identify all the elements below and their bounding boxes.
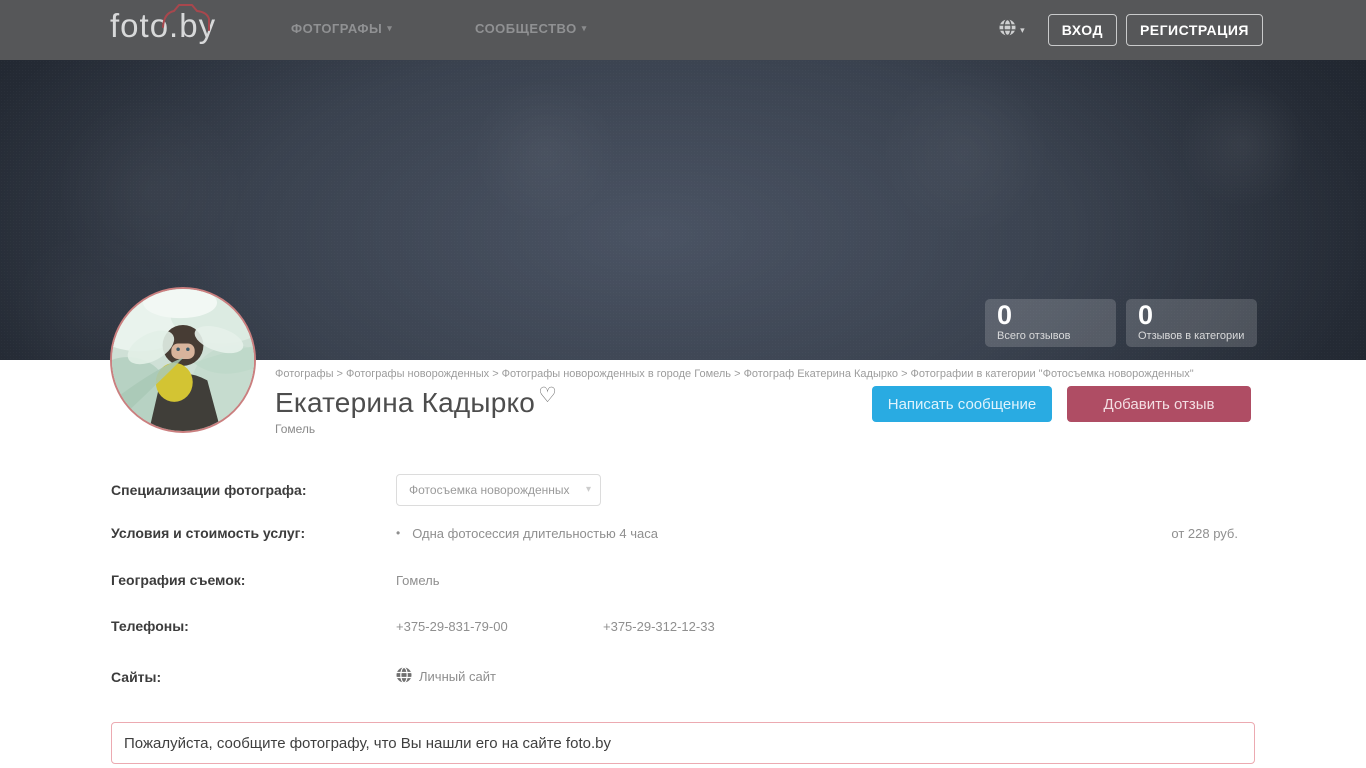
login-button[interactable]: ВХОД [1047,14,1117,46]
page-title: Екатерина Кадырко [275,387,536,418]
notice-text: Пожалуйста, сообщите фотографу, что Вы н… [124,734,611,752]
stats-group: 0 Всего отзывов 0 Отзывов в категории [985,299,1257,347]
row-geography: География съемок: Гомель [111,572,1255,588]
pricing-price: от 228 руб. [1171,525,1238,541]
row-pricing: Условия и стоимость услуг: • Одна фотосе… [111,525,1255,541]
top-navbar: foto.by ФОТОГРАФЫ ▾ СООБЩЕСТВО ▾ ▾ ВХОД … [0,0,1366,60]
navbar-right-group: ▾ ВХОД РЕГИСТРАЦИЯ [999,0,1263,60]
chevron-down-icon: ▾ [1020,24,1025,35]
specialization-select[interactable]: Фотосъемка новорожденных ▾ [396,474,601,506]
pricing-item: Одна фотосессия длительностью 4 часа [412,525,658,541]
send-message-button[interactable]: Написать сообщение [872,386,1052,422]
chevron-down-icon: ▾ [581,23,587,33]
nav-community-label: СООБЩЕСТВО [475,21,577,36]
geography-value: Гомель [396,572,440,588]
main-content: Фотографы > Фотографы новорожденных > Фо… [110,287,1255,764]
globe-icon [999,18,1016,41]
breadcrumb[interactable]: Фотографы > Фотографы новорожденных > Фо… [275,368,1255,380]
nav-photographers-label: ФОТОГРАФЫ [291,21,383,36]
avatar[interactable] [110,287,256,433]
details-section: Специализации фотографа: Фотосъемка ново… [111,474,1255,686]
site-logo[interactable]: foto.by [110,4,216,45]
stat-category-reviews-value: 0 [1138,300,1154,330]
stat-category-reviews-label: Отзывов в категории [1138,330,1245,342]
add-review-button[interactable]: Добавить отзыв [1067,386,1251,422]
stat-total-reviews-label: Всего отзывов [997,330,1071,342]
phone-number: +375-29-312-12-33 [603,618,715,634]
geography-label: География съемок: [111,572,246,588]
specializations-label: Специализации фотографа: [111,482,307,498]
stat-total-reviews: 0 Всего отзывов [985,299,1116,347]
profile-actions: Написать сообщение Добавить отзыв [872,386,1251,422]
globe-icon [396,666,412,686]
pricing-label: Условия и стоимость услуг: [111,525,306,541]
language-switcher[interactable]: ▾ [999,18,1025,41]
photographer-city: Гомель [275,422,316,436]
phone-number: +375-29-831-79-00 [396,618,508,634]
phones-label: Телефоны: [111,618,189,634]
sites-label: Сайты: [111,668,162,685]
personal-site-link[interactable]: Личный сайт [396,666,496,686]
register-button[interactable]: РЕГИСТРАЦИЯ [1125,14,1263,46]
stat-total-reviews-value: 0 [997,300,1013,330]
chevron-down-icon: ▾ [387,23,393,33]
personal-site-label: Личный сайт [419,669,496,684]
nav-community[interactable]: СООБЩЕСТВО ▾ [475,21,587,36]
row-sites: Сайты: Личный сайт [111,666,1255,686]
bullet-icon: • [396,526,401,540]
favorite-heart-icon[interactable]: ♡ [538,383,557,408]
notice-banner: Пожалуйста, сообщите фотографу, что Вы н… [111,722,1255,764]
avatar-photo [112,289,254,431]
row-specializations: Специализации фотографа: Фотосъемка ново… [111,474,1255,506]
nav-photographers[interactable]: ФОТОГРАФЫ ▾ [291,21,392,36]
row-phones: Телефоны: +375-29-831-79-00 +375-29-312-… [111,618,1255,634]
camera-outline-icon [162,3,218,41]
chevron-down-icon: ▾ [585,484,591,495]
stat-category-reviews: 0 Отзывов в категории [1126,299,1257,347]
specialization-selected-value: Фотосъемка новорожденных [409,483,570,497]
